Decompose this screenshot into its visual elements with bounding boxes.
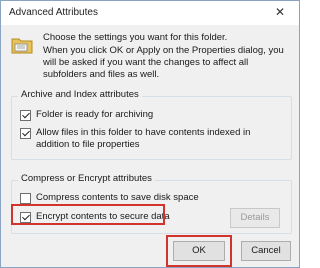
archive-group-title: Archive and Index attributes <box>18 89 142 100</box>
archiving-checkbox[interactable] <box>20 110 31 121</box>
compress-checkbox-row[interactable]: Compress contents to save disk space <box>20 192 199 204</box>
details-button[interactable]: Details <box>230 208 280 228</box>
intro-detail-text: When you click OK or Apply on the Proper… <box>43 45 284 80</box>
compress-checkbox[interactable] <box>20 193 31 204</box>
archiving-label: Folder is ready for archiving <box>36 109 154 120</box>
folder-icon <box>11 38 33 54</box>
indexing-checkbox-row[interactable]: Allow files in this folder to have conte… <box>20 127 282 151</box>
close-button[interactable]: ✕ <box>263 2 297 22</box>
encrypt-group-title: Compress or Encrypt attributes <box>18 173 155 184</box>
ok-highlight-box <box>166 235 232 267</box>
compress-label: Compress contents to save disk space <box>36 192 199 203</box>
dialog-title: Advanced Attributes <box>9 7 98 18</box>
indexing-checkbox[interactable] <box>20 128 31 139</box>
encrypt-highlight-box <box>11 204 165 225</box>
cancel-button[interactable]: Cancel <box>241 241 291 261</box>
archive-index-group: Archive and Index attributes Folder is r… <box>11 89 292 160</box>
title-bar: Advanced Attributes ✕ <box>1 1 299 25</box>
advanced-attributes-dialog: Advanced Attributes ✕ Choose the setting… <box>0 0 300 268</box>
intro-text: Choose the settings you want for this fo… <box>43 32 228 43</box>
close-icon: ✕ <box>274 5 286 19</box>
indexing-label: Allow files in this folder to have conte… <box>36 127 251 150</box>
archiving-checkbox-row[interactable]: Folder is ready for archiving <box>20 109 153 121</box>
